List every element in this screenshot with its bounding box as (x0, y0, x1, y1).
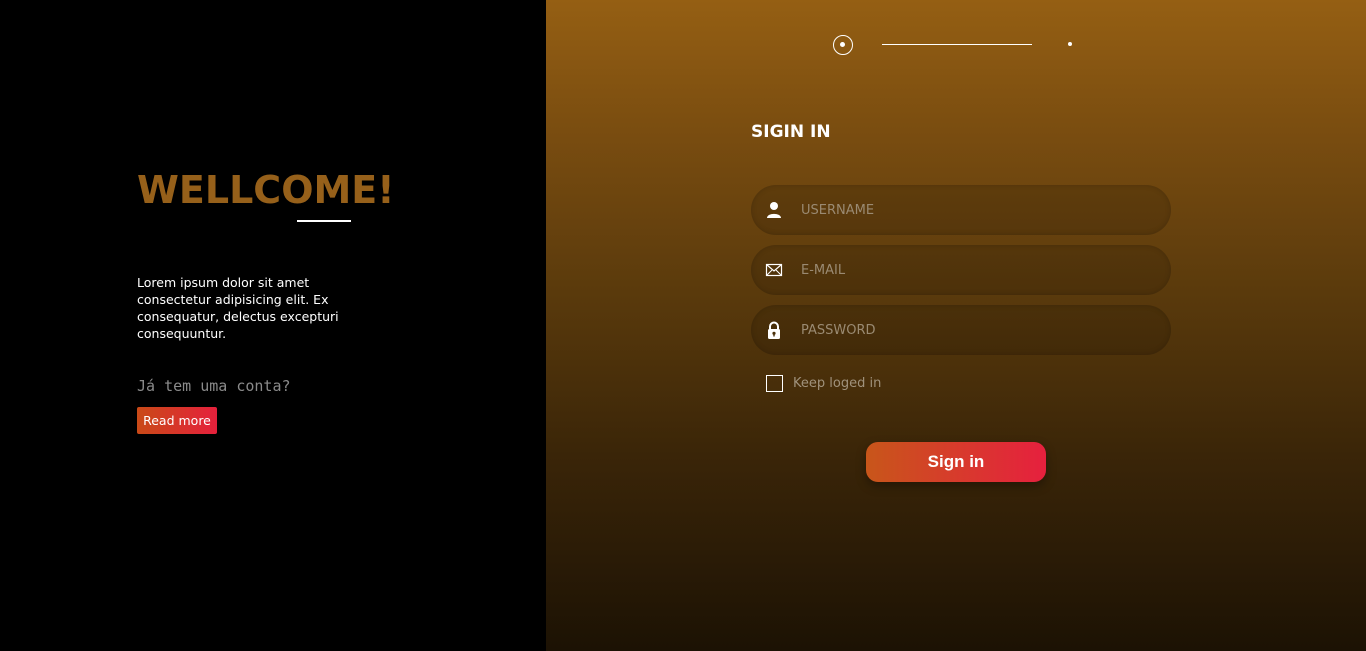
password-input[interactable] (801, 305, 1161, 355)
welcome-description: Lorem ipsum dolor sit amet consectetur a… (137, 275, 339, 341)
email-field[interactable] (751, 245, 1171, 295)
signin-panel: SIGIN IN USERNAME E-MAIL Keep loged in S… (546, 0, 1366, 651)
step-indicator (546, 0, 1366, 90)
password-field[interactable] (751, 305, 1171, 355)
read-more-button[interactable]: Read more (137, 407, 217, 434)
account-prompt: Já tem uma conta? (137, 377, 291, 395)
keep-logged-label[interactable]: Keep loged in (793, 376, 881, 391)
username-input[interactable] (801, 185, 1161, 235)
signin-title: SIGIN IN (751, 122, 831, 142)
title-underline (297, 220, 351, 222)
lock-icon (764, 320, 784, 340)
step-connector (882, 44, 1032, 45)
username-field[interactable] (751, 185, 1171, 235)
welcome-panel: WELLCOME! Lorem ipsum dolor sit amet con… (0, 0, 546, 651)
next-step-icon (1068, 42, 1072, 46)
email-input[interactable] (801, 245, 1161, 295)
welcome-title: WELLCOME! (137, 168, 395, 212)
signin-button[interactable]: Sign in (866, 442, 1046, 482)
user-icon (764, 200, 784, 220)
keep-logged-checkbox[interactable] (766, 375, 783, 392)
active-step-icon (833, 35, 853, 55)
mail-icon (764, 260, 784, 280)
